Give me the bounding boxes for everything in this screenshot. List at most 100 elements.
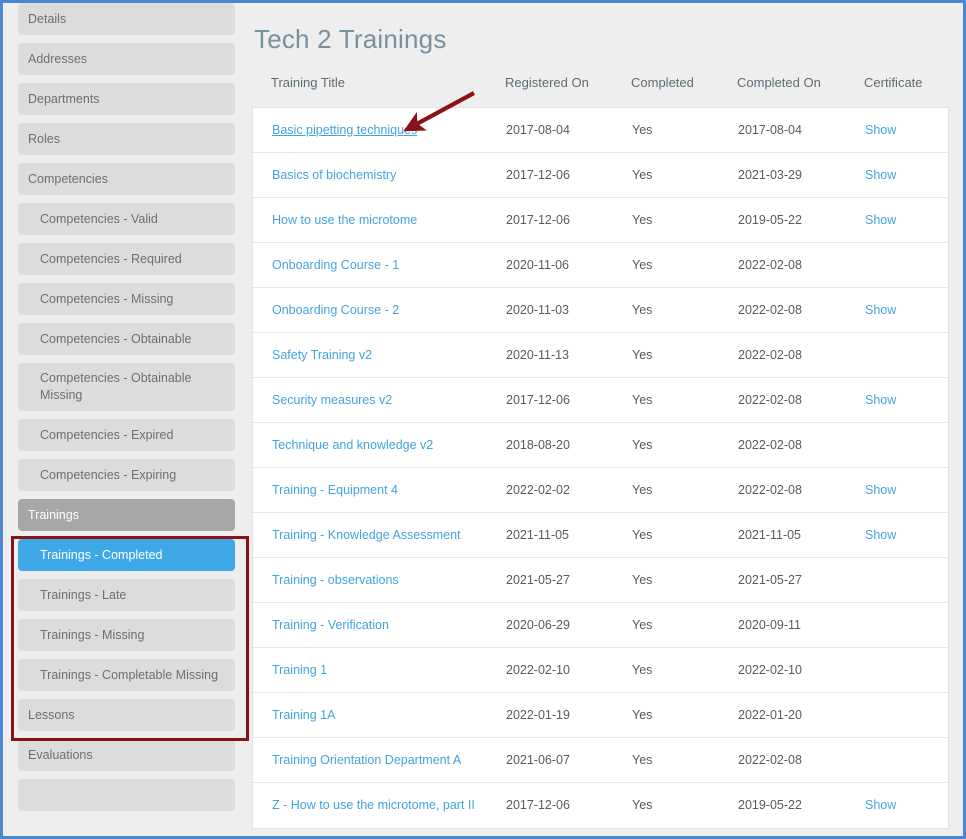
completed-on-cell: 2017-08-04 xyxy=(738,123,802,137)
sidebar-item-competencies-required[interactable]: Competencies - Required xyxy=(18,243,235,275)
certificate-show-link[interactable]: Show xyxy=(865,798,896,812)
column-header-certificate[interactable]: Certificate xyxy=(864,75,923,90)
certificate-show-link[interactable]: Show xyxy=(865,393,896,407)
sidebar-item-trainings-missing[interactable]: Trainings - Missing xyxy=(18,619,235,651)
training-title-link[interactable]: Onboarding Course - 2 xyxy=(272,303,399,317)
sidebar-item-evaluations[interactable]: Evaluations xyxy=(18,739,235,771)
sidebar-item-addresses[interactable]: Addresses xyxy=(18,43,235,75)
completed-on-cell: 2022-02-08 xyxy=(738,303,802,317)
sidebar-item-competencies-obtainable[interactable]: Competencies - Obtainable xyxy=(18,323,235,355)
training-title-link[interactable]: Training - observations xyxy=(272,573,399,587)
registered-on-cell: 2022-01-19 xyxy=(506,708,570,722)
sidebar-item-label: Trainings - Missing xyxy=(40,627,145,642)
completed-on-cell: 2021-11-05 xyxy=(738,528,802,542)
table-row: Training Orientation Department A 2021-06… xyxy=(253,738,948,783)
table-row: Training 1 2022-02-10 Yes 2022-02-10 xyxy=(253,648,948,693)
sidebar-item-competencies-expired[interactable]: Competencies - Expired xyxy=(18,419,235,451)
training-title-link[interactable]: Technique and knowledge v2 xyxy=(272,438,433,452)
completed-cell: Yes xyxy=(632,708,653,722)
sidebar-item-label: Trainings - Completed xyxy=(40,547,163,562)
table-row: Z - How to use the microtome, part II 201… xyxy=(253,783,948,828)
training-title-link[interactable]: Basic pipetting techniques xyxy=(272,123,417,137)
certificate-show-link[interactable]: Show xyxy=(865,528,896,542)
training-title-link[interactable]: How to use the microtome xyxy=(272,213,417,227)
completed-on-cell: 2022-02-08 xyxy=(738,438,802,452)
completed-cell: Yes xyxy=(632,798,653,812)
training-title-link[interactable]: Training - Equipment 4 xyxy=(272,483,398,497)
completed-cell: Yes xyxy=(632,528,653,542)
table-row: Onboarding Course - 2 2020-11-03 Yes 2022-0… xyxy=(253,288,948,333)
table-row: Security measures v2 2017-12-06 Yes 2022-02… xyxy=(253,378,948,423)
training-title-link[interactable]: Basics of biochemistry xyxy=(272,168,396,182)
certificate-show-link[interactable]: Show xyxy=(865,303,896,317)
sidebar-item-trainings-completable-missing[interactable]: Trainings - Completable Missing xyxy=(18,659,235,691)
training-title-link[interactable]: Onboarding Course - 1 xyxy=(272,258,399,272)
sidebar-item-trainings[interactable]: Trainings xyxy=(18,499,235,531)
sidebar-item-blank[interactable] xyxy=(18,779,235,811)
completed-cell: Yes xyxy=(632,303,653,317)
sidebar-item-label: Competencies - Expired xyxy=(40,427,174,442)
table-row: Technique and knowledge v2 2018-08-20 Yes 2… xyxy=(253,423,948,468)
sidebar-item-label: Competencies - Required xyxy=(40,251,182,266)
column-header-training-title[interactable]: Training Title xyxy=(271,75,345,90)
sidebar-item-lessons[interactable]: Lessons xyxy=(18,699,235,731)
app-viewport: Details Addresses Departments Roles Competen… xyxy=(0,0,966,839)
sidebar-item-label: Trainings - Completable Missing xyxy=(40,667,219,682)
sidebar-item-label: Competencies - Missing xyxy=(40,291,174,306)
column-header-completed[interactable]: Completed xyxy=(631,75,694,90)
completed-cell: Yes xyxy=(632,348,653,362)
completed-on-cell: 2021-05-27 xyxy=(738,573,802,587)
table-row: Training - observations 2021-05-27 Yes 2021… xyxy=(253,558,948,603)
training-title-link[interactable]: Training Orientation Department A xyxy=(272,753,461,767)
sidebar-item-competencies-missing[interactable]: Competencies - Missing xyxy=(18,283,235,315)
completed-on-cell: 2022-02-08 xyxy=(738,483,802,497)
sidebar-item-competencies-valid[interactable]: Competencies - Valid xyxy=(18,203,235,235)
certificate-show-link[interactable]: Show xyxy=(865,168,896,182)
certificate-show-link[interactable]: Show xyxy=(865,213,896,227)
certificate-show-link[interactable]: Show xyxy=(865,483,896,497)
sidebar-item-label: Details xyxy=(28,11,67,26)
completed-on-cell: 2022-02-08 xyxy=(738,393,802,407)
training-title-link[interactable]: Training 1 xyxy=(272,663,327,677)
registered-on-cell: 2020-11-06 xyxy=(506,258,570,272)
training-title-link[interactable]: Security measures v2 xyxy=(272,393,392,407)
registered-on-cell: 2020-06-29 xyxy=(506,618,570,632)
sidebar-item-competencies-obtainable-missing[interactable]: Competencies - Obtainable Missing xyxy=(18,363,235,411)
training-title-link[interactable]: Z - How to use the microtome, part II xyxy=(272,798,475,812)
registered-on-cell: 2017-12-06 xyxy=(506,393,570,407)
main-content: Tech 2 Trainings Training Title Register… xyxy=(247,6,960,833)
sidebar-item-trainings-late[interactable]: Trainings - Late xyxy=(18,579,235,611)
completed-on-cell: 2022-01-20 xyxy=(738,708,802,722)
registered-on-cell: 2020-11-13 xyxy=(506,348,570,362)
training-title-link[interactable]: Safety Training v2 xyxy=(272,348,372,362)
table-row: Training - Equipment 4 2022-02-02 Yes 2022-… xyxy=(253,468,948,513)
column-header-completed-on[interactable]: Completed On xyxy=(737,75,821,90)
registered-on-cell: 2020-11-03 xyxy=(506,303,570,317)
column-header-registered-on[interactable]: Registered On xyxy=(505,75,589,90)
table-row: Basic pipetting techniques 2017-08-04 Yes 2… xyxy=(253,108,948,153)
completed-on-cell: 2022-02-08 xyxy=(738,258,802,272)
registered-on-cell: 2018-08-20 xyxy=(506,438,570,452)
registered-on-cell: 2017-12-06 xyxy=(506,798,570,812)
completed-on-cell: 2019-05-22 xyxy=(738,213,802,227)
training-title-link[interactable]: Training - Verification xyxy=(272,618,389,632)
completed-on-cell: 2022-02-10 xyxy=(738,663,802,677)
completed-cell: Yes xyxy=(632,663,653,677)
sidebar-item-label: Lessons xyxy=(28,707,75,722)
sidebar-item-competencies[interactable]: Competencies xyxy=(18,163,235,195)
training-title-link[interactable]: Training - Knowledge Assessment xyxy=(272,528,461,542)
sidebar-item-label: Competencies xyxy=(28,171,108,186)
completed-cell: Yes xyxy=(632,438,653,452)
sidebar-item-roles[interactable]: Roles xyxy=(18,123,235,155)
training-title-link[interactable]: Training 1A xyxy=(272,708,335,722)
certificate-show-link[interactable]: Show xyxy=(865,123,896,137)
sidebar-item-trainings-completed[interactable]: Trainings - Completed xyxy=(18,539,235,571)
sidebar-item-competencies-expiring[interactable]: Competencies - Expiring xyxy=(18,459,235,491)
completed-cell: Yes xyxy=(632,213,653,227)
sidebar-item-departments[interactable]: Departments xyxy=(18,83,235,115)
page-title: Tech 2 Trainings xyxy=(254,24,447,54)
registered-on-cell: 2017-12-06 xyxy=(506,213,570,227)
sidebar-item-label: Competencies - Valid xyxy=(40,211,158,226)
sidebar-item-details[interactable]: Details xyxy=(18,3,235,35)
registered-on-cell: 2017-12-06 xyxy=(506,168,570,182)
